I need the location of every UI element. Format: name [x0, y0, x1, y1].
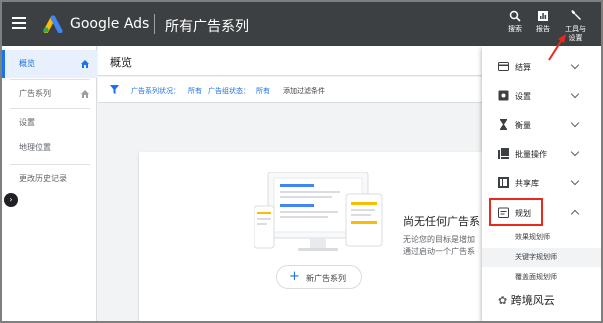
watermark-text: 跨境风云 [510, 294, 555, 307]
settings-icon [498, 90, 509, 101]
home-icon [81, 90, 89, 98]
measurement-icon [500, 119, 507, 130]
watermark: ✿ 跨境风云 [498, 292, 555, 308]
menu-item-label: 共享库 [515, 179, 539, 188]
new-campaign-label: 新广告系列 [306, 274, 346, 283]
empty-state-description: 无论您的目标是增加 通过启动一个广告系 [403, 234, 475, 258]
plus-icon: + [289, 269, 300, 284]
wechat-icon: ✿ [498, 294, 508, 307]
sidebar-item-overview[interactable]: 概览 [2, 50, 97, 78]
tools-label-line2: 设置 [568, 34, 583, 42]
menu-item-label: 批量操作 [515, 150, 547, 159]
app-window: Google Ads 所有广告系列 搜索 报告 工具与 设置 概览 广告系列 设… [0, 0, 603, 323]
filter-bar: 广告系列状况： 所有 广告组状态： 所有 添加过滤条件 [98, 77, 498, 103]
chevron-down-icon [570, 89, 580, 99]
menu-item-bulk-actions[interactable]: 批量操作 [482, 139, 601, 168]
sidebar-item-label: 概览 [19, 59, 35, 68]
empty-state-illustration [254, 172, 383, 251]
chevron-down-icon [570, 176, 580, 186]
empty-state-card: 尚无任何广告系 无论您的目标是增加 通过启动一个广告系 + 新广告系列 [139, 152, 499, 321]
chevron-down-icon [570, 60, 580, 70]
planning-highlight-box [489, 198, 543, 226]
bulk-actions-icon [498, 148, 509, 159]
adgroup-status-label[interactable]: 广告组状态： [208, 86, 250, 96]
left-sidebar: 概览 广告系列 设置 地理位置 更改历史记录 [2, 46, 97, 321]
sidebar-item-change-history[interactable]: 更改历史记录 [2, 165, 97, 193]
page-title: 所有广告系列 [165, 19, 249, 35]
sidebar-item-label: 广告系列 [19, 89, 51, 98]
reports-icon [538, 11, 548, 21]
menu-item-label: 设置 [515, 92, 531, 101]
filter-icon[interactable] [110, 85, 119, 94]
chevron-down-icon [570, 147, 580, 157]
sidebar-item-label: 地理位置 [19, 143, 51, 152]
wrench-icon [570, 10, 581, 20]
chevron-up-icon [570, 209, 580, 219]
search-label: 搜索 [508, 25, 522, 33]
empty-state-title: 尚无任何广告系 [403, 215, 480, 228]
search-icon [509, 10, 521, 22]
add-filter-link[interactable]: 添加过滤条件 [283, 86, 325, 96]
chevron-down-icon [570, 118, 580, 128]
new-campaign-button[interactable]: + 新广告系列 [276, 265, 362, 289]
google-ads-logo[interactable] [42, 15, 64, 33]
sidebar-item-locations[interactable]: 地理位置 [2, 134, 97, 162]
home-icon [81, 60, 89, 68]
hamburger-menu-icon[interactable] [12, 17, 26, 29]
menu-item-settings[interactable]: 设置 [482, 81, 601, 110]
sidebar-item-campaigns[interactable]: 广告系列 [2, 80, 97, 108]
search-button[interactable]: 搜索 [508, 10, 522, 34]
sidebar-item-settings[interactable]: 设置 [2, 109, 97, 137]
annotation-arrow-icon [548, 34, 566, 61]
menu-item-billing[interactable]: 结算 [482, 52, 601, 81]
brand-name: Google Ads [70, 16, 150, 32]
sidebar-collapse-button[interactable]: › [4, 193, 18, 207]
sidebar-item-label: 更改历史记录 [19, 174, 67, 183]
main-title: 概览 [110, 56, 132, 69]
menu-subitem-performance-planner[interactable]: 效果规划师 [482, 228, 601, 247]
menu-item-label: 衡量 [515, 121, 531, 130]
menu-item-label: 结算 [515, 63, 531, 72]
billing-icon [498, 62, 509, 71]
shared-library-icon [498, 177, 509, 188]
menu-subitem-keyword-planner[interactable]: 关键字规划师 [482, 248, 601, 267]
title-divider [154, 14, 155, 34]
top-app-bar: Google Ads 所有广告系列 搜索 报告 工具与 设置 [2, 2, 601, 46]
menu-subitem-reach-planner[interactable]: 覆盖面规划师 [482, 268, 601, 287]
reports-button[interactable]: 报告 [536, 10, 550, 34]
campaign-status-label[interactable]: 广告系列状况： [131, 86, 180, 96]
adgroup-status-value[interactable]: 所有 [256, 86, 270, 96]
empty-desc-line2: 通过启动一个广告系 [403, 247, 475, 256]
main-header: 概览 [98, 46, 498, 76]
menu-item-shared-library[interactable]: 共享库 [482, 168, 601, 197]
tools-settings-menu: 结算 设置 衡量 批量操作 共享库 规划 效果规划师 关键字规划师 覆盖面规划师 [482, 46, 601, 321]
sidebar-item-label: 设置 [19, 118, 35, 127]
campaign-status-value[interactable]: 所有 [188, 86, 202, 96]
empty-desc-line1: 无论您的目标是增加 [403, 235, 475, 244]
menu-item-measurement[interactable]: 衡量 [482, 110, 601, 139]
